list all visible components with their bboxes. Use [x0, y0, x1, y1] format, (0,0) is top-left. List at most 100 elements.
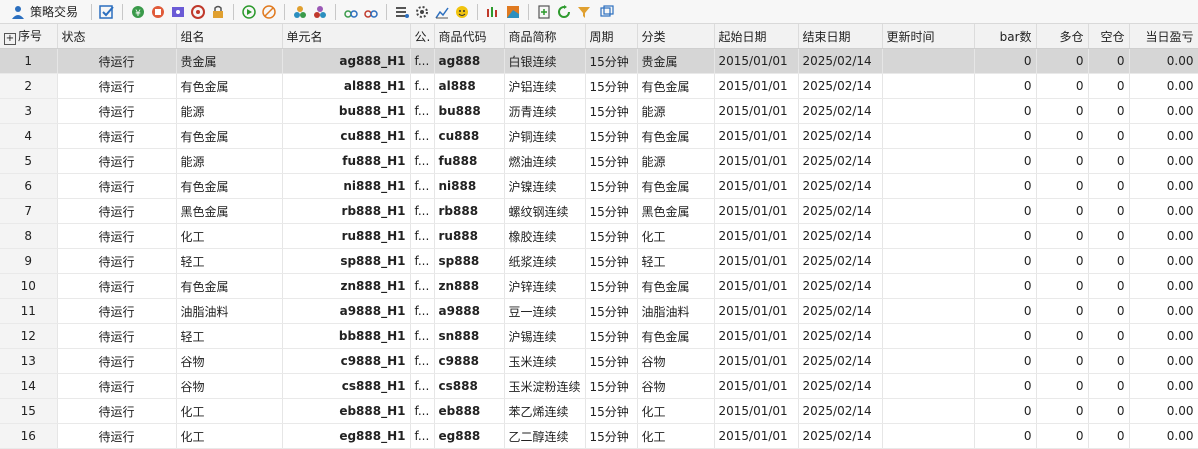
group-cell[interactable]: 轻工	[176, 323, 283, 349]
bars-cell[interactable]: 0	[974, 198, 1037, 224]
pnl-cell[interactable]: 0.00	[1129, 198, 1198, 224]
ic3-icon[interactable]	[169, 3, 187, 21]
end-date-cell[interactable]: 2025/02/14	[798, 273, 883, 299]
unit-cell[interactable]: a9888_H1	[282, 298, 411, 324]
long-cell[interactable]: 0	[1036, 373, 1089, 399]
status-cell[interactable]: 待运行	[57, 423, 177, 449]
category-cell[interactable]: 化工	[637, 423, 715, 449]
long-cell[interactable]: 0	[1036, 173, 1089, 199]
code-cell[interactable]: sn888	[434, 323, 505, 349]
updated-cell[interactable]	[882, 223, 975, 249]
category-cell[interactable]: 有色金属	[637, 73, 715, 99]
end-date-cell[interactable]: 2025/02/14	[798, 348, 883, 374]
row-number[interactable]: 4	[0, 123, 58, 149]
status-cell[interactable]: 待运行	[57, 48, 177, 74]
updated-cell[interactable]	[882, 398, 975, 424]
status-cell[interactable]: 待运行	[57, 98, 177, 124]
link-icon[interactable]	[342, 3, 360, 21]
category-cell[interactable]: 能源	[637, 98, 715, 124]
pnl-cell[interactable]: 0.00	[1129, 223, 1198, 249]
category-cell[interactable]: 谷物	[637, 348, 715, 374]
bars-cell[interactable]: 0	[974, 73, 1037, 99]
formula-cell[interactable]: f...	[410, 323, 435, 349]
category-cell[interactable]: 化工	[637, 398, 715, 424]
col-header-pnl[interactable]: 当日盈亏	[1129, 24, 1198, 49]
unit-cell[interactable]: cu888_H1	[282, 123, 411, 149]
unit-cell[interactable]: fu888_H1	[282, 148, 411, 174]
name-cell[interactable]: 螺纹钢连续	[504, 198, 586, 224]
col-header-bars[interactable]: bar数	[974, 24, 1037, 49]
code-cell[interactable]: bu888	[434, 98, 505, 124]
name-cell[interactable]: 白银连续	[504, 48, 586, 74]
unit-cell[interactable]: eg888_H1	[282, 423, 411, 449]
category-cell[interactable]: 有色金属	[637, 323, 715, 349]
status-cell[interactable]: 待运行	[57, 273, 177, 299]
short-cell[interactable]: 0	[1088, 398, 1130, 424]
row-number[interactable]: 7	[0, 198, 58, 224]
status-cell[interactable]: 待运行	[57, 173, 177, 199]
bars-cell[interactable]: 0	[974, 423, 1037, 449]
code-cell[interactable]: sp888	[434, 248, 505, 274]
long-cell[interactable]: 0	[1036, 248, 1089, 274]
end-date-cell[interactable]: 2025/02/14	[798, 398, 883, 424]
code-cell[interactable]: rb888	[434, 198, 505, 224]
period-cell[interactable]: 15分钟	[585, 373, 638, 399]
pnl-cell[interactable]: 0.00	[1129, 298, 1198, 324]
export-icon[interactable]	[535, 3, 553, 21]
long-cell[interactable]: 0	[1036, 48, 1089, 74]
end-date-cell[interactable]: 2025/02/14	[798, 198, 883, 224]
window-dropdown-icon[interactable]	[595, 3, 621, 21]
code-cell[interactable]: fu888	[434, 148, 505, 174]
long-cell[interactable]: 0	[1036, 398, 1089, 424]
status-cell[interactable]: 待运行	[57, 148, 177, 174]
name-cell[interactable]: 燃油连续	[504, 148, 586, 174]
short-cell[interactable]: 0	[1088, 173, 1130, 199]
updated-cell[interactable]	[882, 73, 975, 99]
start-date-cell[interactable]: 2015/01/01	[714, 423, 799, 449]
unit-cell[interactable]: rb888_H1	[282, 198, 411, 224]
end-date-cell[interactable]: 2025/02/14	[798, 173, 883, 199]
row-number[interactable]: 14	[0, 373, 58, 399]
pnl-cell[interactable]: 0.00	[1129, 423, 1198, 449]
name-cell[interactable]: 苯乙烯连续	[504, 398, 586, 424]
start-date-cell[interactable]: 2015/01/01	[714, 348, 799, 374]
code-cell[interactable]: zn888	[434, 273, 505, 299]
formula-cell[interactable]: f...	[410, 348, 435, 374]
formula-cell[interactable]: f...	[410, 398, 435, 424]
short-cell[interactable]: 0	[1088, 48, 1130, 74]
row-number[interactable]: 12	[0, 323, 58, 349]
updated-cell[interactable]	[882, 348, 975, 374]
status-cell[interactable]: 待运行	[57, 248, 177, 274]
pnl-cell[interactable]: 0.00	[1129, 323, 1198, 349]
category-cell[interactable]: 轻工	[637, 248, 715, 274]
color-chart-icon[interactable]	[504, 3, 522, 21]
updated-cell[interactable]	[882, 123, 975, 149]
period-cell[interactable]: 15分钟	[585, 198, 638, 224]
period-cell[interactable]: 15分钟	[585, 323, 638, 349]
name-cell[interactable]: 橡胶连续	[504, 223, 586, 249]
bars-cell[interactable]: 0	[974, 248, 1037, 274]
short-cell[interactable]: 0	[1088, 123, 1130, 149]
row-number[interactable]: 5	[0, 148, 58, 174]
group-cell[interactable]: 贵金属	[176, 48, 283, 74]
table-row[interactable]: 7 待运行 黑色金属 rb888_H1 f... rb888 螺纹钢连续 15分钟 黑色金属 20…	[0, 198, 1198, 224]
col-header-start[interactable]: 起始日期	[714, 24, 799, 49]
formula-cell[interactable]: f...	[410, 423, 435, 449]
unit-cell[interactable]: ag888_H1	[282, 48, 411, 74]
category-cell[interactable]: 能源	[637, 148, 715, 174]
group-cell[interactable]: 化工	[176, 423, 283, 449]
table-row[interactable]: 10 待运行 有色金属 zn888_H1 f... zn888 沪锌连续 15分钟 有色金属 20…	[0, 273, 1198, 299]
formula-cell[interactable]: f...	[410, 298, 435, 324]
formula-cell[interactable]: f...	[410, 148, 435, 174]
long-cell[interactable]: 0	[1036, 223, 1089, 249]
status-cell[interactable]: 待运行	[57, 398, 177, 424]
pnl-cell[interactable]: 0.00	[1129, 348, 1198, 374]
table-row[interactable]: 16 待运行 化工 eg888_H1 f... eg888 乙二醇连续 15分钟 化工 2015/…	[0, 423, 1198, 449]
name-cell[interactable]: 沪镍连续	[504, 173, 586, 199]
formula-cell[interactable]: f...	[410, 273, 435, 299]
status-cell[interactable]: 待运行	[57, 373, 177, 399]
table-row[interactable]: 4 待运行 有色金属 cu888_H1 f... cu888 沪铜连续 15分钟 有色金属 201…	[0, 123, 1198, 149]
filter-icon[interactable]	[575, 3, 593, 21]
updated-cell[interactable]	[882, 298, 975, 324]
row-number[interactable]: 11	[0, 298, 58, 324]
